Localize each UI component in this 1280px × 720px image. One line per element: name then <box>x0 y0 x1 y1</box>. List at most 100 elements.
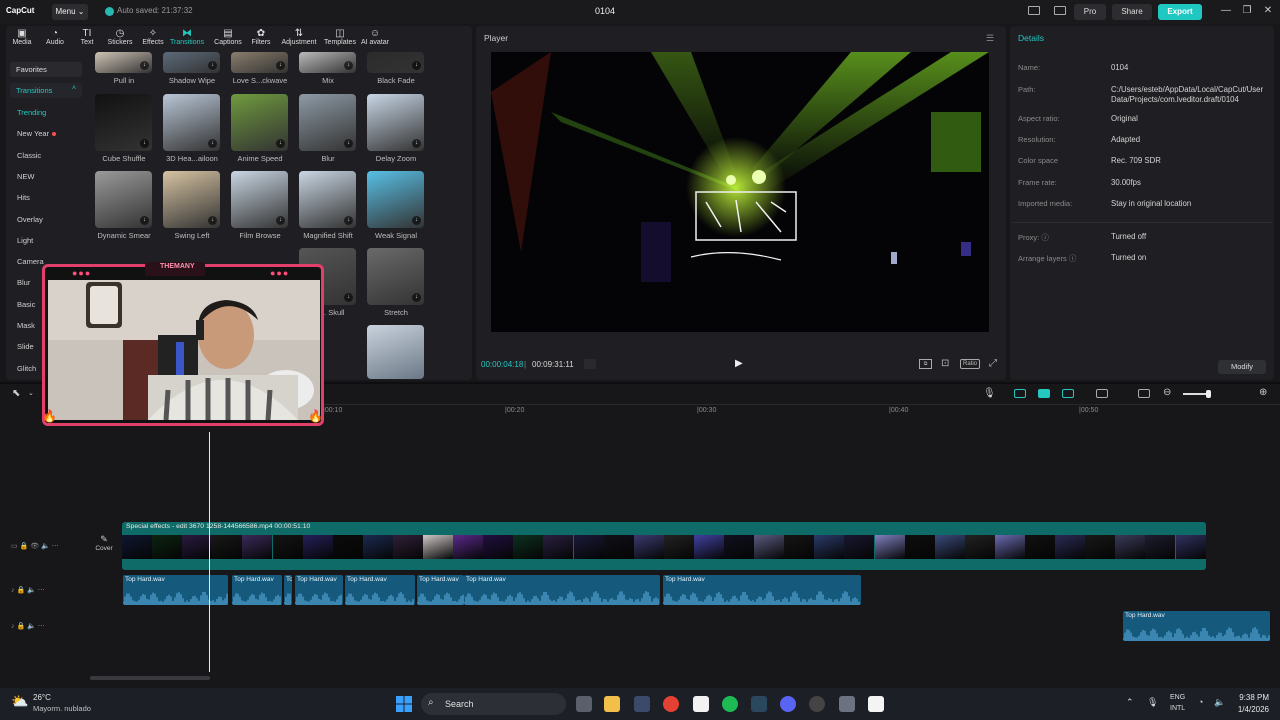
download-icon[interactable]: ↓ <box>276 61 285 70</box>
audio-clip[interactable]: Top Hard.wav <box>295 575 343 605</box>
category-transitions[interactable]: Transitions ˄ <box>10 83 82 98</box>
menu-button[interactable]: Menu ⌄ <box>52 4 88 20</box>
zoom-slider-handle[interactable] <box>1206 390 1211 398</box>
audio-clip[interactable]: Top Hard.wav <box>232 575 282 605</box>
zoom-fit-icon[interactable]: ⊡ <box>941 358 949 369</box>
category-slide[interactable]: Slide <box>17 342 34 351</box>
windows-start-icon[interactable] <box>396 696 412 712</box>
video-preview[interactable] <box>491 52 989 332</box>
fullscreen-quality-icon[interactable]: ⧉ <box>919 359 932 369</box>
preview-axis-icon[interactable] <box>1138 389 1150 398</box>
download-icon[interactable]: ↓ <box>412 216 421 225</box>
close-button[interactable]: ✕ <box>1261 5 1275 16</box>
transition-thumbnail[interactable]: ↓ <box>231 171 288 228</box>
capcut-icon[interactable] <box>868 696 884 712</box>
track-video-controls[interactable]: ▭ 🔒 👁 🔈 ⋯ <box>11 542 59 550</box>
download-icon[interactable]: ↓ <box>276 139 285 148</box>
tool-ai-avatar[interactable]: ☺ AI avatar <box>355 28 395 46</box>
category-light[interactable]: Light <box>17 236 33 245</box>
tool-transitions[interactable]: ⧓ Transitions <box>167 28 207 46</box>
download-icon[interactable]: ↓ <box>344 139 353 148</box>
cover-button[interactable]: ✎ Cover <box>93 534 115 558</box>
track-audio2-controls[interactable]: ♪ 🔒 🔈 ⋯ <box>11 622 45 630</box>
tool-templates[interactable]: ◫ Templates <box>320 28 360 46</box>
microphone-icon[interactable]: 🎙 <box>1147 697 1158 708</box>
transition-thumbnail[interactable]: ↓ <box>299 52 356 73</box>
transition-thumbnail[interactable]: ↓ <box>367 171 424 228</box>
category-camera[interactable]: Camera <box>17 257 44 266</box>
transition-thumbnail[interactable]: ↓ <box>231 52 288 73</box>
snap-icon[interactable] <box>1062 389 1074 398</box>
weather-icon[interactable]: ⛅ <box>11 693 28 710</box>
transition-thumbnail[interactable]: ↓ <box>163 94 220 151</box>
download-icon[interactable]: ↓ <box>208 139 217 148</box>
category-blur[interactable]: Blur <box>17 278 30 287</box>
volume-icon[interactable]: 🔈 <box>1214 697 1225 708</box>
transition-thumbnail[interactable]: ↓ <box>367 52 424 73</box>
audio-clip[interactable]: Top Hard.wav <box>1123 611 1270 641</box>
pro-button[interactable]: Pro <box>1074 4 1106 20</box>
modify-button[interactable]: Modify <box>1218 360 1266 374</box>
audio-clip[interactable]: Top Hard.wav <box>345 575 415 605</box>
taskbar-search[interactable] <box>421 693 566 715</box>
share-button[interactable]: Share <box>1112 4 1152 20</box>
link-icon[interactable] <box>1014 389 1026 398</box>
track-audio1-controls[interactable]: ♪ 🔒 🔈 ⋯ <box>11 586 45 594</box>
maximize-button[interactable]: ❐ <box>1240 5 1254 16</box>
zoom-out-icon[interactable]: ⊖ <box>1163 387 1171 398</box>
download-icon[interactable]: ↓ <box>140 61 149 70</box>
audio-clip[interactable]: Top Hard.wav <box>123 575 228 605</box>
category-trending[interactable]: Trending <box>17 108 46 117</box>
task-view-icon[interactable] <box>576 696 592 712</box>
category-basic[interactable]: Basic <box>17 300 35 309</box>
transition-thumbnail[interactable]: ↓ <box>163 52 220 73</box>
chrome-icon[interactable] <box>663 696 679 712</box>
obs-icon[interactable] <box>809 696 825 712</box>
discord-icon[interactable] <box>780 696 796 712</box>
transition-thumbnail[interactable]: ↓ <box>163 171 220 228</box>
timeline-toggle-icon[interactable] <box>584 359 596 369</box>
tool-filters[interactable]: ✿ Filters <box>241 28 281 46</box>
timeline-scrollbar[interactable] <box>90 676 210 680</box>
settings-icon[interactable] <box>839 696 855 712</box>
export-button[interactable]: Export <box>1158 4 1202 20</box>
player-menu-icon[interactable]: ☰ <box>986 33 994 44</box>
zoom-in-icon[interactable]: ⊕ <box>1259 387 1267 398</box>
download-icon[interactable]: ↓ <box>208 61 217 70</box>
category-classic[interactable]: Classic <box>17 151 41 160</box>
download-icon[interactable]: ↓ <box>344 61 353 70</box>
language-top[interactable]: ENG <box>1170 694 1185 701</box>
transition-thumbnail[interactable]: ↓ <box>95 171 152 228</box>
transition-thumbnail[interactable]: ↓ <box>95 94 152 151</box>
transition-thumbnail[interactable]: ↓ <box>299 94 356 151</box>
clock-time[interactable]: 9:38 PM <box>1235 693 1269 702</box>
download-icon[interactable]: ↓ <box>344 293 353 302</box>
download-icon[interactable]: ↓ <box>412 139 421 148</box>
category-overlay[interactable]: Overlay <box>17 215 43 224</box>
category-hits[interactable]: Hits <box>17 193 30 202</box>
audio-clip[interactable]: Top Hard.wav <box>663 575 861 605</box>
playhead[interactable] <box>209 432 210 672</box>
chevron-down-icon[interactable]: ⌄ <box>28 389 34 397</box>
play-icon[interactable]: ▶ <box>735 358 743 369</box>
steam-icon[interactable] <box>751 696 767 712</box>
magnet-icon[interactable] <box>1038 389 1050 398</box>
transition-thumbnail[interactable]: ↓ <box>299 171 356 228</box>
audio-clip[interactable]: Top Hard.wav <box>417 575 464 605</box>
category-new[interactable]: NEW <box>17 172 35 181</box>
file-explorer-icon[interactable] <box>604 696 620 712</box>
transition-thumbnail[interactable]: ↓ <box>231 94 288 151</box>
spotify-icon[interactable] <box>722 696 738 712</box>
tool-adjustment[interactable]: ⇅ Adjustment <box>279 28 319 46</box>
expand-icon[interactable]: ⤢ <box>989 358 997 369</box>
download-icon[interactable]: ↓ <box>344 216 353 225</box>
layout-icon[interactable] <box>1028 6 1040 15</box>
download-icon[interactable]: ↓ <box>412 61 421 70</box>
transition-thumbnail[interactable]: ↓ <box>95 52 152 73</box>
category-favorites[interactable]: Favorites <box>10 62 82 77</box>
audio-clip[interactable]: Top Hard.wav <box>464 575 660 605</box>
audio-clip[interactable]: Top <box>284 575 292 605</box>
category-glitch[interactable]: Glitch <box>17 364 36 373</box>
transition-thumbnail[interactable] <box>367 325 424 379</box>
download-icon[interactable]: ↓ <box>412 293 421 302</box>
